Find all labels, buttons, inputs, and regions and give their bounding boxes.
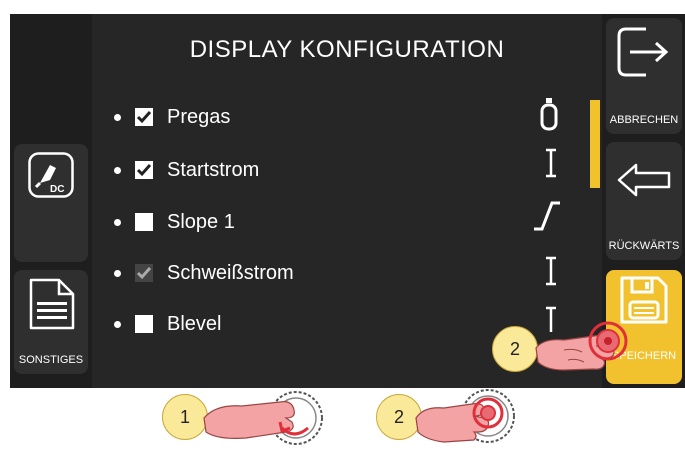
abbrechen-button[interactable]: ABBRECHEN [606,18,682,134]
document-icon [29,278,75,330]
checkbox-startstrom[interactable] [135,161,153,179]
checkbox-slope[interactable] [135,213,153,231]
item-label: Schweißstrom [167,261,294,284]
instruction-area: 1 2 [0,388,685,450]
checkbox-blevel[interactable] [135,315,153,333]
slope-icon [534,201,560,231]
item-label: Blevel [167,312,222,335]
list-item-pregas[interactable]: Pregas [114,102,230,132]
exit-arrow-icon [617,27,669,77]
left-button-column: DC SONSTIGES [10,14,92,388]
bullet [114,218,121,226]
rueckwaerts-label: RÜCKWÄRTS [608,240,680,252]
press-knob-icon [415,389,515,443]
abbrechen-label: ABBRECHEN [609,114,679,126]
page-title: DISPLAY KONFIGURATION [189,36,505,63]
back-arrow-icon [617,163,671,197]
svg-text:DC: DC [50,184,64,195]
item-label: Pregas [167,105,231,128]
bullet [114,166,121,174]
dc-mode-button[interactable]: DC [14,144,88,262]
welding-current-icon [546,256,556,286]
list-item-startstrom[interactable]: Startstrom [114,155,259,185]
list-item-schweissstrom: Schweißstrom [114,258,294,288]
list-item-blevel[interactable]: Blevel [114,309,221,339]
bullet [114,320,121,328]
bullet [114,113,121,121]
start-current-icon [546,148,556,178]
step-badge-2-screen: 2 [492,326,538,372]
sonstiges-button[interactable]: SONSTIGES [14,270,88,374]
item-label: Startstrom [167,158,260,181]
checkbox-schweissstrom [135,264,153,282]
tap-finger-icon [535,321,628,371]
list-item-slope[interactable]: Slope 1 [114,207,235,237]
rueckwaerts-button[interactable]: RÜCKWÄRTS [606,142,682,260]
checkbox-pregas[interactable] [135,108,153,126]
rotate-knob-icon [203,391,323,445]
bullet [114,269,121,277]
sonstiges-label: SONSTIGES [18,354,84,366]
item-label: Slope 1 [167,210,235,233]
torch-dc-icon: DC [28,152,74,198]
scrollbar[interactable] [590,100,600,188]
gas-bottle-icon [540,98,558,131]
